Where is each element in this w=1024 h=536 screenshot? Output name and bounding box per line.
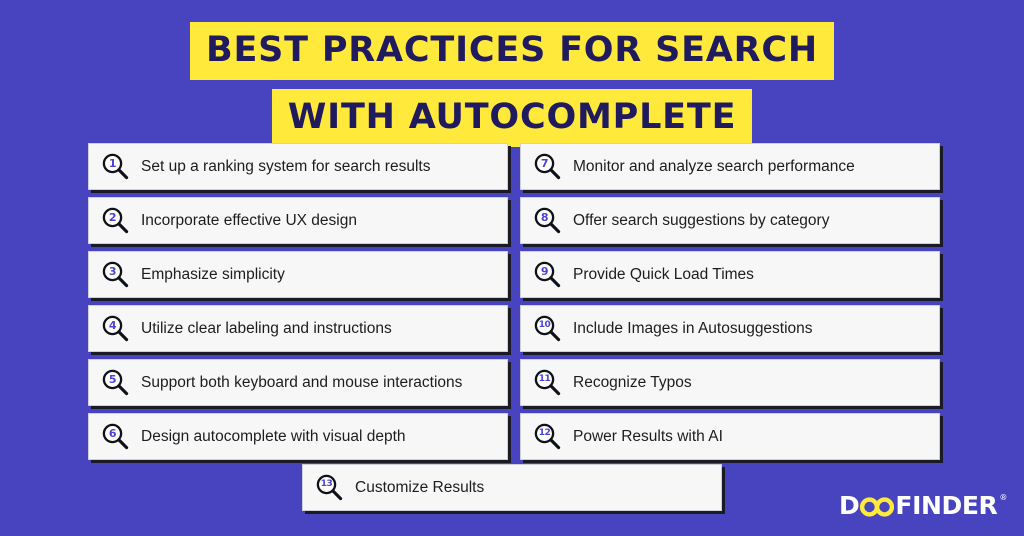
practice-number: 6 [108,426,117,440]
practice-label: Power Results with AI [573,427,723,445]
magnifier-icon: 1 [102,153,130,181]
practice-number: 13 [320,478,333,489]
practice-label: Design autocomplete with visual depth [141,427,406,445]
magnifier-icon: 6 [102,423,130,451]
practice-number: 7 [540,156,549,170]
practice-label: Include Images in Autosuggestions [573,319,813,337]
practice-label: Provide Quick Load Times [573,265,754,283]
magnifier-icon: 4 [102,315,130,343]
magnifier-icon: 10 [534,315,562,343]
practice-card[interactable]: 9 Provide Quick Load Times [520,251,940,298]
practice-columns: 1 Set up a ranking system for search resu… [88,143,940,460]
practice-label: Offer search suggestions by category [573,211,830,229]
doofinder-logo[interactable]: D FINDER ® [839,493,1007,522]
magnifier-icon: 2 [102,207,130,235]
magnifier-icon: 7 [534,153,562,181]
logo-text-part2: FINDER [895,491,998,520]
practice-label: Set up a ranking system for search resul… [141,157,431,175]
magnifier-icon: 3 [102,261,130,289]
practice-label: Utilize clear labeling and instructions [141,319,392,337]
magnifier-icon: 8 [534,207,562,235]
practice-label: Monitor and analyze search performance [573,157,855,175]
practice-card[interactable]: 11 Recognize Typos [520,359,940,406]
practice-number: 8 [540,210,549,224]
practice-column-left: 1 Set up a ranking system for search resu… [88,143,508,460]
practice-number: 4 [108,318,117,332]
magnifier-icon: 5 [102,369,130,397]
practice-card[interactable]: 2 Incorporate effective UX design [88,197,508,244]
practice-label: Recognize Typos [573,373,692,391]
practice-number: 1 [108,156,117,170]
title-line-2: WITH AUTOCOMPLETE [271,89,753,147]
practice-number: 10 [538,319,551,330]
practice-number: 2 [108,210,117,224]
magnifier-icon: 13 [316,474,344,502]
practice-label: Support both keyboard and mouse interact… [141,373,463,391]
logo-infinity-icon [860,494,895,523]
practice-number: 11 [538,373,551,384]
practice-label: Incorporate effective UX design [141,211,357,229]
practice-card[interactable]: 7 Monitor and analyze search performance [520,143,940,190]
logo-text-part1: D [839,491,860,520]
practice-card[interactable]: 8 Offer search suggestions by category [520,197,940,244]
infographic-root: BEST PRACTICES FOR SEARCH WITH AUTOCOMPL… [0,0,1024,536]
practice-card[interactable]: 3 Emphasize simplicity [88,251,508,298]
magnifier-icon: 11 [534,369,562,397]
practice-column-right: 7 Monitor and analyze search performance 8… [520,143,940,460]
magnifier-icon: 12 [534,423,562,451]
practice-number: 9 [540,264,549,278]
page-title: BEST PRACTICES FOR SEARCH WITH AUTOCOMPL… [0,22,1024,147]
practice-label: Customize Results [355,478,485,496]
practice-number: 3 [108,264,117,278]
practice-card[interactable]: 4 Utilize clear labeling and instructions [88,305,508,352]
practice-card[interactable]: 12 Power Results with AI [520,413,940,460]
practice-card[interactable]: 13 Customize Results [302,464,722,511]
practice-number: 12 [538,427,551,438]
practice-number: 5 [108,372,117,386]
practice-card[interactable]: 10 Include Images in Autosuggestions [520,305,940,352]
registered-trademark-icon: ® [999,493,1007,502]
practice-label: Emphasize simplicity [141,265,285,283]
practice-card[interactable]: 1 Set up a ranking system for search resu… [88,143,508,190]
practice-card[interactable]: 5 Support both keyboard and mouse interac… [88,359,508,406]
magnifier-icon: 9 [534,261,562,289]
practice-card[interactable]: 6 Design autocomplete with visual depth [88,413,508,460]
title-line-1: BEST PRACTICES FOR SEARCH [189,22,835,80]
